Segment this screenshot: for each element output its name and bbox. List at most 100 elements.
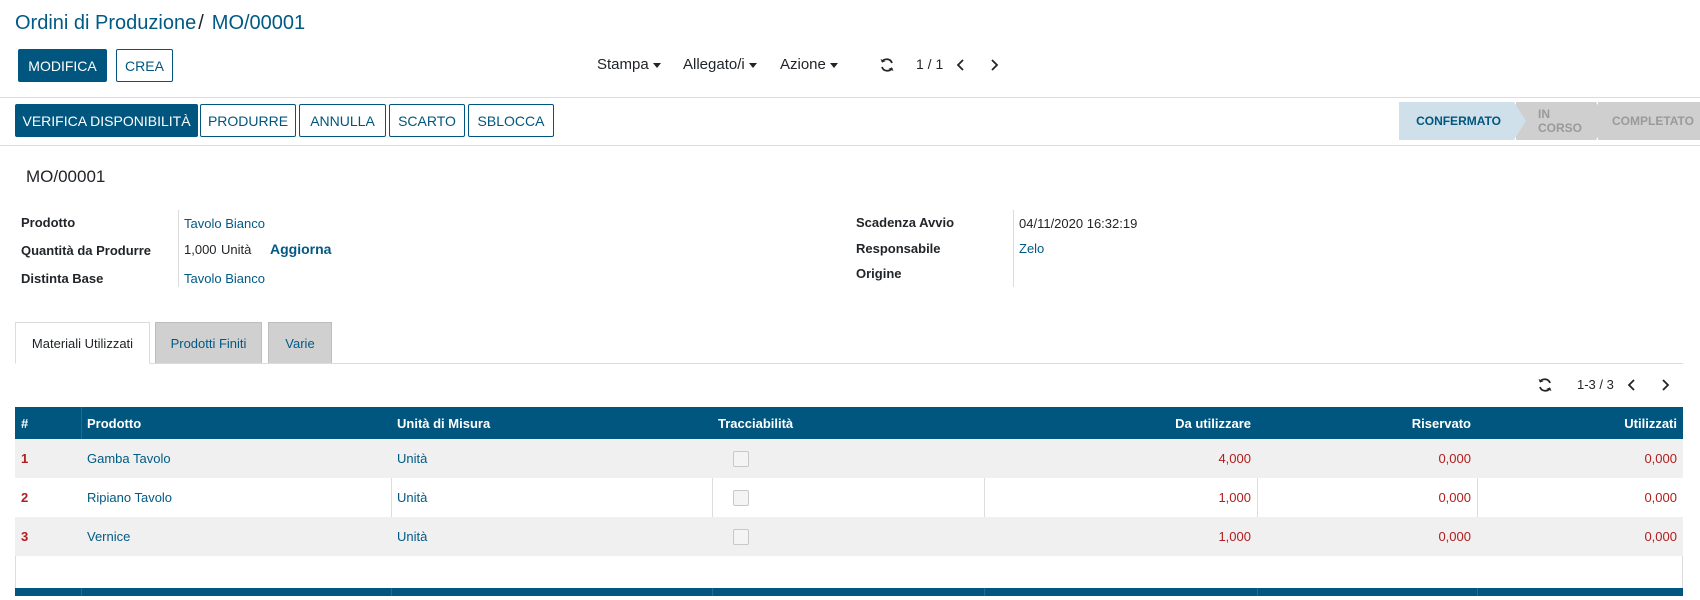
cancel-button[interactable]: ANNULLA bbox=[299, 104, 386, 137]
tab-misc[interactable]: Varie bbox=[268, 322, 332, 364]
start-date-label: Scadenza Avvio bbox=[856, 215, 955, 230]
row-uom[interactable]: Unità bbox=[391, 517, 712, 556]
row-traceability-checkbox-cell bbox=[727, 517, 767, 556]
row-reserved: 0,000 bbox=[1438, 451, 1471, 466]
stage-in-progress[interactable]: IN CORSO bbox=[1516, 102, 1608, 140]
row-product[interactable]: Ripiano Tavolo bbox=[81, 478, 391, 517]
product-field-value[interactable]: Tavolo Bianco bbox=[184, 216, 265, 231]
status-stages: CONFERMATO IN CORSO COMPLETATO bbox=[1399, 102, 1700, 140]
list-chevron-right-icon[interactable] bbox=[1655, 375, 1675, 395]
row-reserved: 0,000 bbox=[1438, 490, 1471, 505]
row-consumed: 0,000 bbox=[1644, 529, 1677, 544]
table-row[interactable]: 1 Gamba Tavolo Unità 4,000 0,000 0,000 bbox=[15, 439, 1683, 478]
table-header: # Prodotto Unità di Misura Tracciabilità… bbox=[15, 407, 1683, 439]
column-header-uom[interactable]: Unità di Misura bbox=[391, 407, 712, 439]
footer-divider bbox=[391, 588, 392, 596]
responsible-value[interactable]: Zelo bbox=[1019, 241, 1044, 256]
row-traceability-checkbox-cell bbox=[727, 478, 767, 517]
list-refresh-icon[interactable] bbox=[1535, 375, 1555, 395]
create-button[interactable]: CREA bbox=[116, 49, 173, 82]
table-row[interactable]: 2 Ripiano Tavolo Unità 1,000 0,000 0,000 bbox=[15, 478, 1683, 517]
footer-divider bbox=[984, 588, 985, 596]
list-chevron-left-icon[interactable] bbox=[1622, 375, 1642, 395]
column-header-reserved[interactable]: Riservato bbox=[1257, 407, 1477, 439]
components-table: # Prodotto Unità di Misura Tracciabilità… bbox=[15, 407, 1683, 596]
chevron-left-icon[interactable] bbox=[951, 55, 971, 75]
caret-down-icon bbox=[829, 62, 838, 68]
stage-done-label: COMPLETATO bbox=[1612, 114, 1694, 128]
responsible-label: Responsabile bbox=[856, 241, 941, 256]
quantity-field-label: Quantità da Produrre bbox=[21, 243, 152, 258]
row-to-consume: 1,000 bbox=[1218, 529, 1251, 544]
row-to-consume: 4,000 bbox=[1218, 451, 1251, 466]
column-header-consumed[interactable]: Utilizzati bbox=[1477, 407, 1683, 439]
row-traceability-checkbox-cell bbox=[727, 439, 767, 478]
statusbar-divider bbox=[0, 145, 1700, 146]
footer-divider bbox=[81, 588, 82, 596]
row-number: 2 bbox=[21, 490, 29, 505]
row-number: 1 bbox=[21, 451, 29, 466]
tab-finished-products-label: Prodotti Finiti bbox=[170, 335, 247, 351]
origin-label: Origine bbox=[856, 266, 902, 281]
stage-confirmed-label: CONFERMATO bbox=[1416, 114, 1501, 128]
column-divider bbox=[712, 478, 713, 517]
print-dropdown[interactable]: Stampa bbox=[597, 56, 661, 73]
stage-arrow bbox=[1514, 102, 1526, 140]
table-footer bbox=[15, 588, 1683, 596]
attachments-dropdown[interactable]: Allegato/i bbox=[683, 56, 757, 73]
quantity-field-value: 1,000 bbox=[184, 242, 217, 257]
table-empty-row bbox=[15, 556, 1683, 588]
stage-confirmed[interactable]: CONFERMATO bbox=[1399, 102, 1526, 140]
bom-field-value[interactable]: Tavolo Bianco bbox=[184, 271, 265, 286]
column-header-to-consume[interactable]: Da utilizzare bbox=[984, 407, 1257, 439]
column-header-number[interactable]: # bbox=[15, 407, 81, 439]
record-title: MO/00001 bbox=[26, 167, 106, 186]
attachments-dropdown-label: Allegato/i bbox=[683, 56, 745, 73]
stage-done[interactable]: COMPLETATO bbox=[1598, 102, 1700, 140]
refresh-icon[interactable] bbox=[877, 55, 897, 75]
column-header-traceability[interactable]: Tracciabilità bbox=[712, 407, 984, 439]
table-row[interactable]: 3 Vernice Unità 1,000 0,000 0,000 bbox=[15, 517, 1683, 556]
caret-down-icon bbox=[652, 62, 661, 68]
print-dropdown-label: Stampa bbox=[597, 56, 649, 73]
tabs-divider bbox=[15, 363, 1683, 364]
breadcrumb-parent-link[interactable]: Ordini di Produzione bbox=[15, 12, 196, 34]
tab-finished-products[interactable]: Prodotti Finiti bbox=[155, 322, 262, 364]
action-dropdown[interactable]: Azione bbox=[780, 56, 838, 73]
list-pager[interactable]: 1-3 / 3 bbox=[1577, 377, 1614, 392]
traceability-checkbox[interactable] bbox=[733, 450, 749, 467]
traceability-checkbox[interactable] bbox=[733, 528, 749, 545]
row-consumed: 0,000 bbox=[1644, 490, 1677, 505]
row-reserved: 0,000 bbox=[1438, 529, 1471, 544]
row-product[interactable]: Gamba Tavolo bbox=[81, 439, 391, 478]
update-quantity-button[interactable]: Aggiorna bbox=[270, 241, 331, 257]
record-pager[interactable]: 1 / 1 bbox=[916, 56, 943, 72]
breadcrumb-separator: / bbox=[198, 12, 204, 34]
row-consumed: 0,000 bbox=[1644, 451, 1677, 466]
tab-misc-label: Varie bbox=[285, 335, 315, 351]
chevron-right-icon[interactable] bbox=[984, 55, 1004, 75]
start-date-value[interactable]: 04/11/2020 16:32:19 bbox=[1019, 216, 1137, 231]
stage-in-progress-label: IN CORSO bbox=[1538, 107, 1583, 135]
traceability-checkbox[interactable] bbox=[733, 489, 749, 506]
caret-down-icon bbox=[748, 62, 757, 68]
edit-button[interactable]: MODIFICA bbox=[18, 49, 107, 82]
stage-arrow bbox=[1596, 102, 1608, 140]
bom-field-label: Distinta Base bbox=[21, 271, 104, 286]
breadcrumb: Ordini di Produzione / MO/00001 bbox=[15, 12, 305, 35]
row-product[interactable]: Vernice bbox=[81, 517, 391, 556]
field-divider bbox=[178, 210, 179, 287]
tab-materials-used[interactable]: Materiali Utilizzati bbox=[15, 322, 150, 364]
control-panel-divider bbox=[0, 97, 1700, 98]
footer-divider bbox=[1477, 588, 1478, 596]
breadcrumb-current: MO/00001 bbox=[211, 12, 306, 34]
scrap-button[interactable]: SCARTO bbox=[389, 104, 465, 137]
produce-button[interactable]: PRODURRE bbox=[200, 104, 296, 137]
row-uom[interactable]: Unità bbox=[391, 478, 712, 517]
check-availability-button[interactable]: VERIFICA DISPONIBILITÀ bbox=[15, 104, 198, 137]
unlock-button[interactable]: SBLOCCA bbox=[468, 104, 554, 137]
footer-divider bbox=[712, 588, 713, 596]
column-header-product[interactable]: Prodotto bbox=[81, 407, 391, 439]
row-uom[interactable]: Unità bbox=[391, 439, 712, 478]
row-to-consume: 1,000 bbox=[1218, 490, 1251, 505]
